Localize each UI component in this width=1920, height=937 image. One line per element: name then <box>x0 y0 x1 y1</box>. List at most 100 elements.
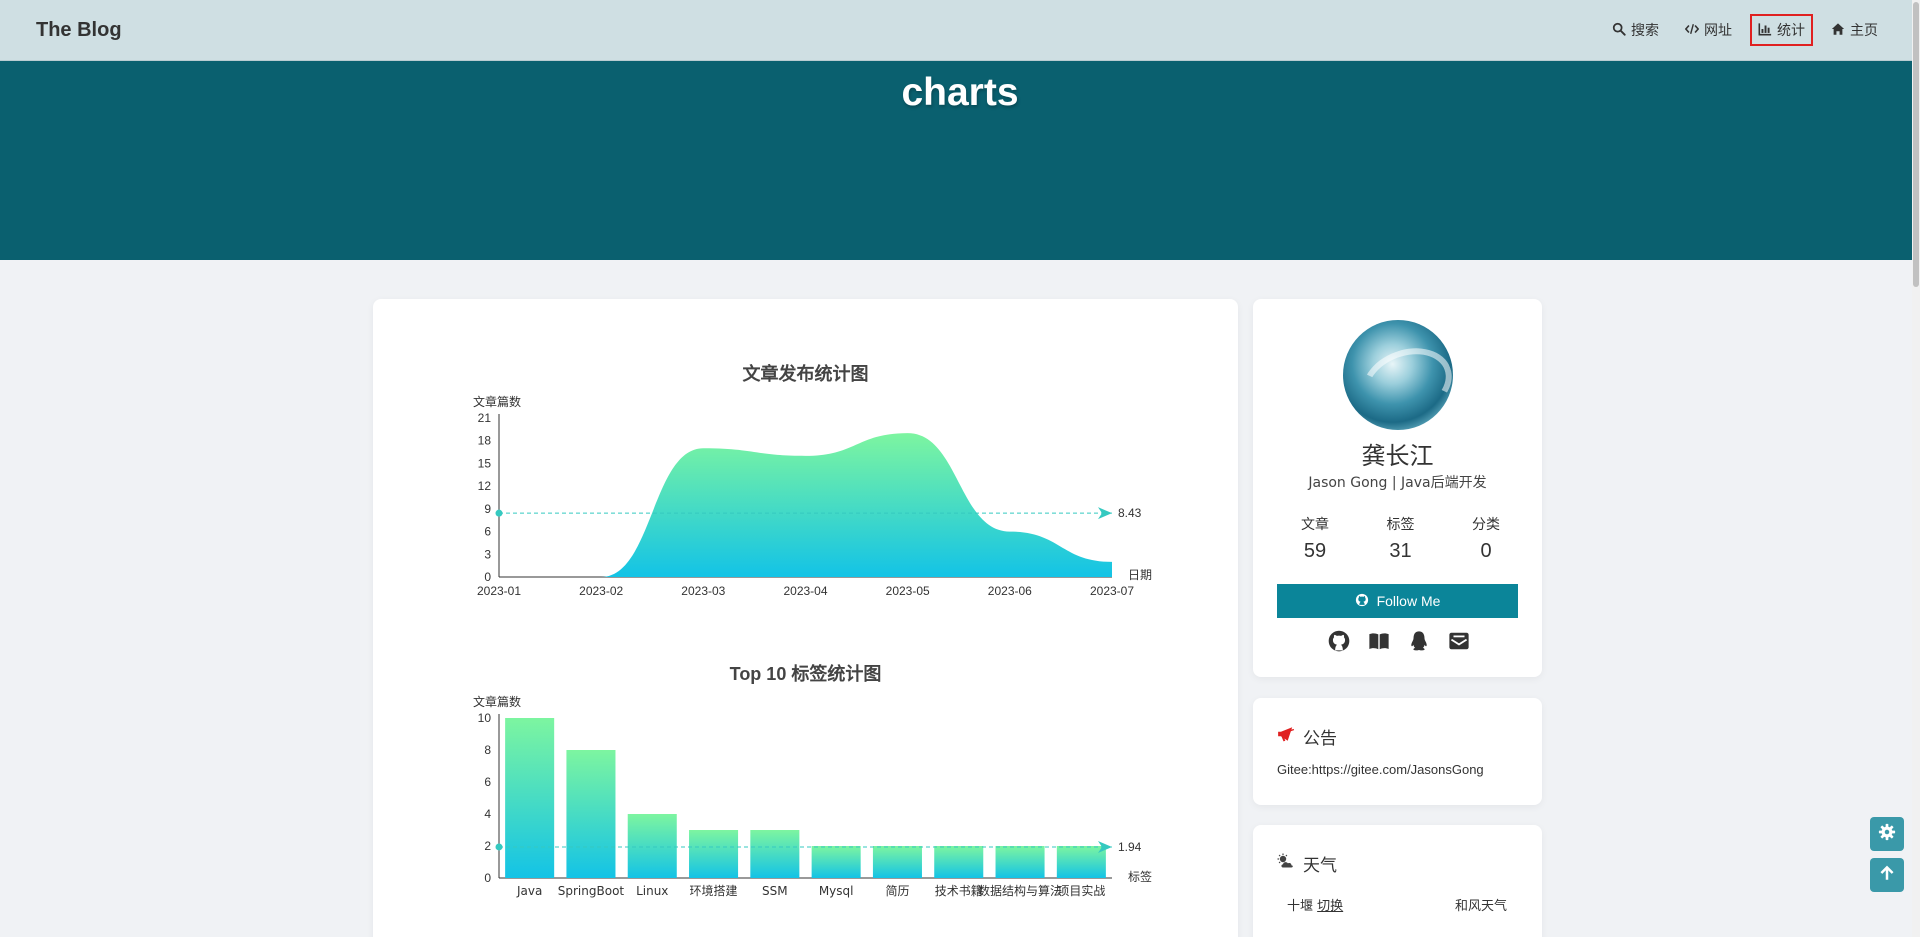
weather-switch-link[interactable]: 切换 <box>1317 899 1343 914</box>
x-axis-title: 日期 <box>1128 568 1152 582</box>
qq-icon[interactable] <box>1408 630 1430 652</box>
x-tick-label: 技术书籍 <box>935 883 983 898</box>
x-tick-label: 2023-04 <box>783 584 827 598</box>
code-icon <box>1684 22 1700 39</box>
stat-categories[interactable]: 分类 0 <box>1454 514 1518 563</box>
follow-button-label: Follow Me <box>1376 593 1441 609</box>
nav-item-home[interactable]: 主页 <box>1825 16 1884 44</box>
nav-item-label: 主页 <box>1850 22 1878 38</box>
x-tick-label: Java <box>516 884 542 898</box>
nav-item-links[interactable]: 网址 <box>1679 16 1738 44</box>
nav-item-stats[interactable]: 统计 <box>1750 14 1813 46</box>
y-tick-label: 9 <box>484 502 491 516</box>
x-tick-label: SpringBoot <box>558 884 625 898</box>
profile-description: Jason Gong | Java后端开发 <box>1308 475 1487 491</box>
gear-icon <box>1878 823 1896 846</box>
area-series-fill <box>499 433 1112 577</box>
site-brand[interactable]: The Blog <box>36 19 122 42</box>
y-tick-label: 0 <box>484 570 491 584</box>
chart-title-tags: Top 10 标签统计图 <box>729 664 882 684</box>
y-tick-label: 6 <box>484 775 491 789</box>
github-icon <box>1355 593 1369 610</box>
settings-button[interactable] <box>1870 817 1904 851</box>
back-to-top-button[interactable] <box>1870 858 1904 892</box>
bar-8 <box>995 846 1045 878</box>
scrollbar-thumb[interactable] <box>1913 2 1919 287</box>
notice-card: 公告 Gitee:https://gitee.com/JasonsGong <box>1253 698 1542 805</box>
nav-item-label: 统计 <box>1777 22 1805 38</box>
github-icon[interactable] <box>1328 630 1350 652</box>
y-tick-label: 10 <box>478 711 492 725</box>
y-axis-title: 文章篇数 <box>473 394 521 409</box>
profile-name: 龚长江 <box>1361 442 1434 470</box>
bar-1 <box>566 750 616 878</box>
y-tick-label: 8 <box>484 743 491 757</box>
x-tick-label: 2023-07 <box>1090 584 1134 598</box>
x-tick-label: 2023-02 <box>579 584 623 598</box>
y-tick-label: 3 <box>484 547 491 561</box>
bar-9 <box>1056 846 1106 878</box>
bar-5 <box>811 846 861 878</box>
nav-item-label: 搜索 <box>1631 22 1659 38</box>
nav-item-label: 网址 <box>1704 22 1732 38</box>
x-axis-title: 标签 <box>1128 869 1152 884</box>
stat-value: 59 <box>1303 540 1327 562</box>
weather-title: 天气 <box>1303 856 1337 876</box>
social-links <box>1328 630 1470 652</box>
x-tick-label: 2023-06 <box>988 584 1032 598</box>
nav-menu: 搜索 网址 统计 主页 <box>1606 14 1884 46</box>
weather-city: 十堰 <box>1287 899 1314 914</box>
y-tick-label: 0 <box>484 871 491 885</box>
cloud-sun-icon <box>1277 852 1295 875</box>
stat-label: 分类 <box>1472 517 1500 533</box>
x-tick-label: 数据结构与算法 <box>978 883 1062 898</box>
page-scrollbar[interactable] <box>1912 0 1920 937</box>
x-tick-label: Mysql <box>819 884 854 898</box>
y-tick-label: 2 <box>484 839 491 853</box>
tags-bar-chart: 文章篇数 0 2 4 6 8 10 Java SpringBoot Linux 环境搭建 SSM Mys… <box>473 694 1152 898</box>
weather-location: 十堰 切换 <box>1287 895 1343 914</box>
stat-articles[interactable]: 文章 59 <box>1283 514 1347 563</box>
weather-card: 天气 十堰 切换 和风天气 <box>1253 825 1542 937</box>
profile-stats: 文章 59 标签 31 分类 0 <box>1283 514 1518 563</box>
weather-provider[interactable]: 和风天气 <box>1455 895 1507 914</box>
stat-tags[interactable]: 标签 31 <box>1369 514 1433 563</box>
x-tick-label: SSM <box>762 884 788 898</box>
average-line-arrow <box>1098 507 1112 520</box>
stat-value: 0 <box>1480 540 1492 562</box>
notice-header: 公告 <box>1277 724 1337 749</box>
bar-3 <box>689 830 739 878</box>
bar-0 <box>505 718 555 878</box>
bar-4 <box>750 830 800 878</box>
y-tick-label: 18 <box>478 434 492 448</box>
profile-card: 龚长江 Jason Gong | Java后端开发 文章 59 标签 31 分类… <box>1253 299 1542 677</box>
mail-icon[interactable] <box>1448 630 1470 652</box>
bar-2 <box>627 814 677 878</box>
book-icon[interactable] <box>1368 630 1390 652</box>
y-axis-title: 文章篇数 <box>473 694 521 709</box>
stat-value: 31 <box>1389 540 1412 562</box>
bar-6 <box>872 846 922 878</box>
page-title: charts <box>901 71 1019 114</box>
average-line-start <box>495 843 503 851</box>
average-line-label: 1.94 <box>1118 840 1142 854</box>
stat-label: 文章 <box>1301 517 1329 533</box>
x-tick-label: Linux <box>636 884 668 898</box>
follow-me-button[interactable]: Follow Me <box>1277 584 1518 618</box>
x-tick-label: 2023-03 <box>681 584 725 598</box>
nav-item-search[interactable]: 搜索 <box>1606 16 1665 44</box>
y-tick-label: 4 <box>484 807 491 821</box>
notice-text: Gitee:https://gitee.com/JasonsGong <box>1277 762 1484 777</box>
y-tick-label: 15 <box>478 456 492 470</box>
x-tick-label: 2023-05 <box>886 584 930 598</box>
average-line-label: 8.43 <box>1118 506 1142 520</box>
page-banner: charts <box>0 61 1920 260</box>
bar-7 <box>934 846 984 878</box>
home-icon <box>1831 22 1845 39</box>
x-tick-label: 环境搭建 <box>690 883 738 898</box>
y-tick-label: 21 <box>478 411 492 425</box>
weather-header: 天气 <box>1277 851 1337 876</box>
chart-title-posts: 文章发布统计图 <box>742 364 869 384</box>
x-tick-label: 项目实战 <box>1057 883 1105 898</box>
charts-card: 文章发布统计图 文章篇数 0 3 6 9 12 15 18 21 2023-01 2023-02 20… <box>373 299 1238 937</box>
